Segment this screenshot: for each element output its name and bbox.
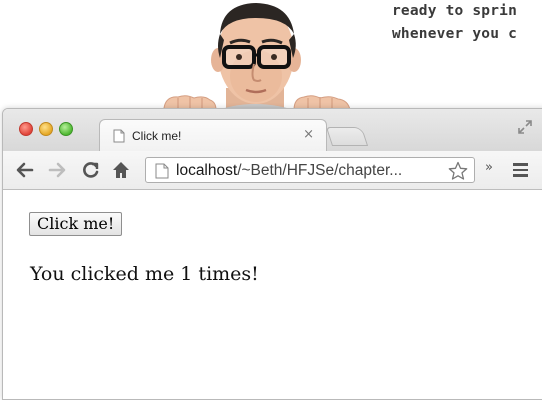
back-arrow-icon[interactable] (15, 160, 35, 180)
handwritten-annotation: ready to sprin whenever you c (392, 0, 517, 46)
fullscreen-icon[interactable] (517, 119, 533, 135)
page-icon (155, 163, 169, 179)
address-bar[interactable]: localhost/~Beth/HFJSe/chapter... (145, 157, 475, 183)
window-controls (19, 122, 73, 136)
forward-arrow-icon[interactable] (47, 160, 67, 180)
url-path: /~Beth/HFJSe/chapter... (237, 162, 403, 179)
url-host: localhost (176, 162, 238, 179)
tab-strip: Click me! × (3, 109, 542, 151)
click-count-message: You clicked me 1 times! (30, 263, 259, 285)
navigation-toolbar: localhost/~Beth/HFJSe/chapter... » (3, 151, 542, 190)
star-icon[interactable] (448, 161, 468, 181)
window-close-button[interactable] (19, 122, 33, 136)
tab-title: Click me! (132, 129, 182, 143)
browser-window: Click me! × localhost/~Beth/HFJSe/chapte… (2, 108, 542, 400)
home-icon[interactable] (111, 160, 131, 180)
click-me-button[interactable]: Click me! (29, 212, 123, 236)
tab-click-me[interactable]: Click me! × (99, 119, 327, 151)
window-maximize-button[interactable] (59, 122, 73, 136)
annotation-line-2: whenever you c (392, 26, 518, 42)
page-icon (113, 129, 125, 143)
page-viewport: Click me! You clicked me 1 times! (3, 190, 542, 390)
close-icon[interactable]: × (303, 127, 314, 142)
overflow-icon[interactable]: » (485, 160, 493, 175)
window-minimize-button[interactable] (39, 122, 53, 136)
annotation-line-1: ready to sprin (392, 3, 518, 19)
new-tab-button[interactable] (325, 127, 369, 146)
address-url[interactable]: localhost/~Beth/HFJSe/chapter... (176, 162, 402, 180)
menu-icon[interactable] (513, 163, 528, 180)
reload-icon[interactable] (81, 160, 101, 180)
